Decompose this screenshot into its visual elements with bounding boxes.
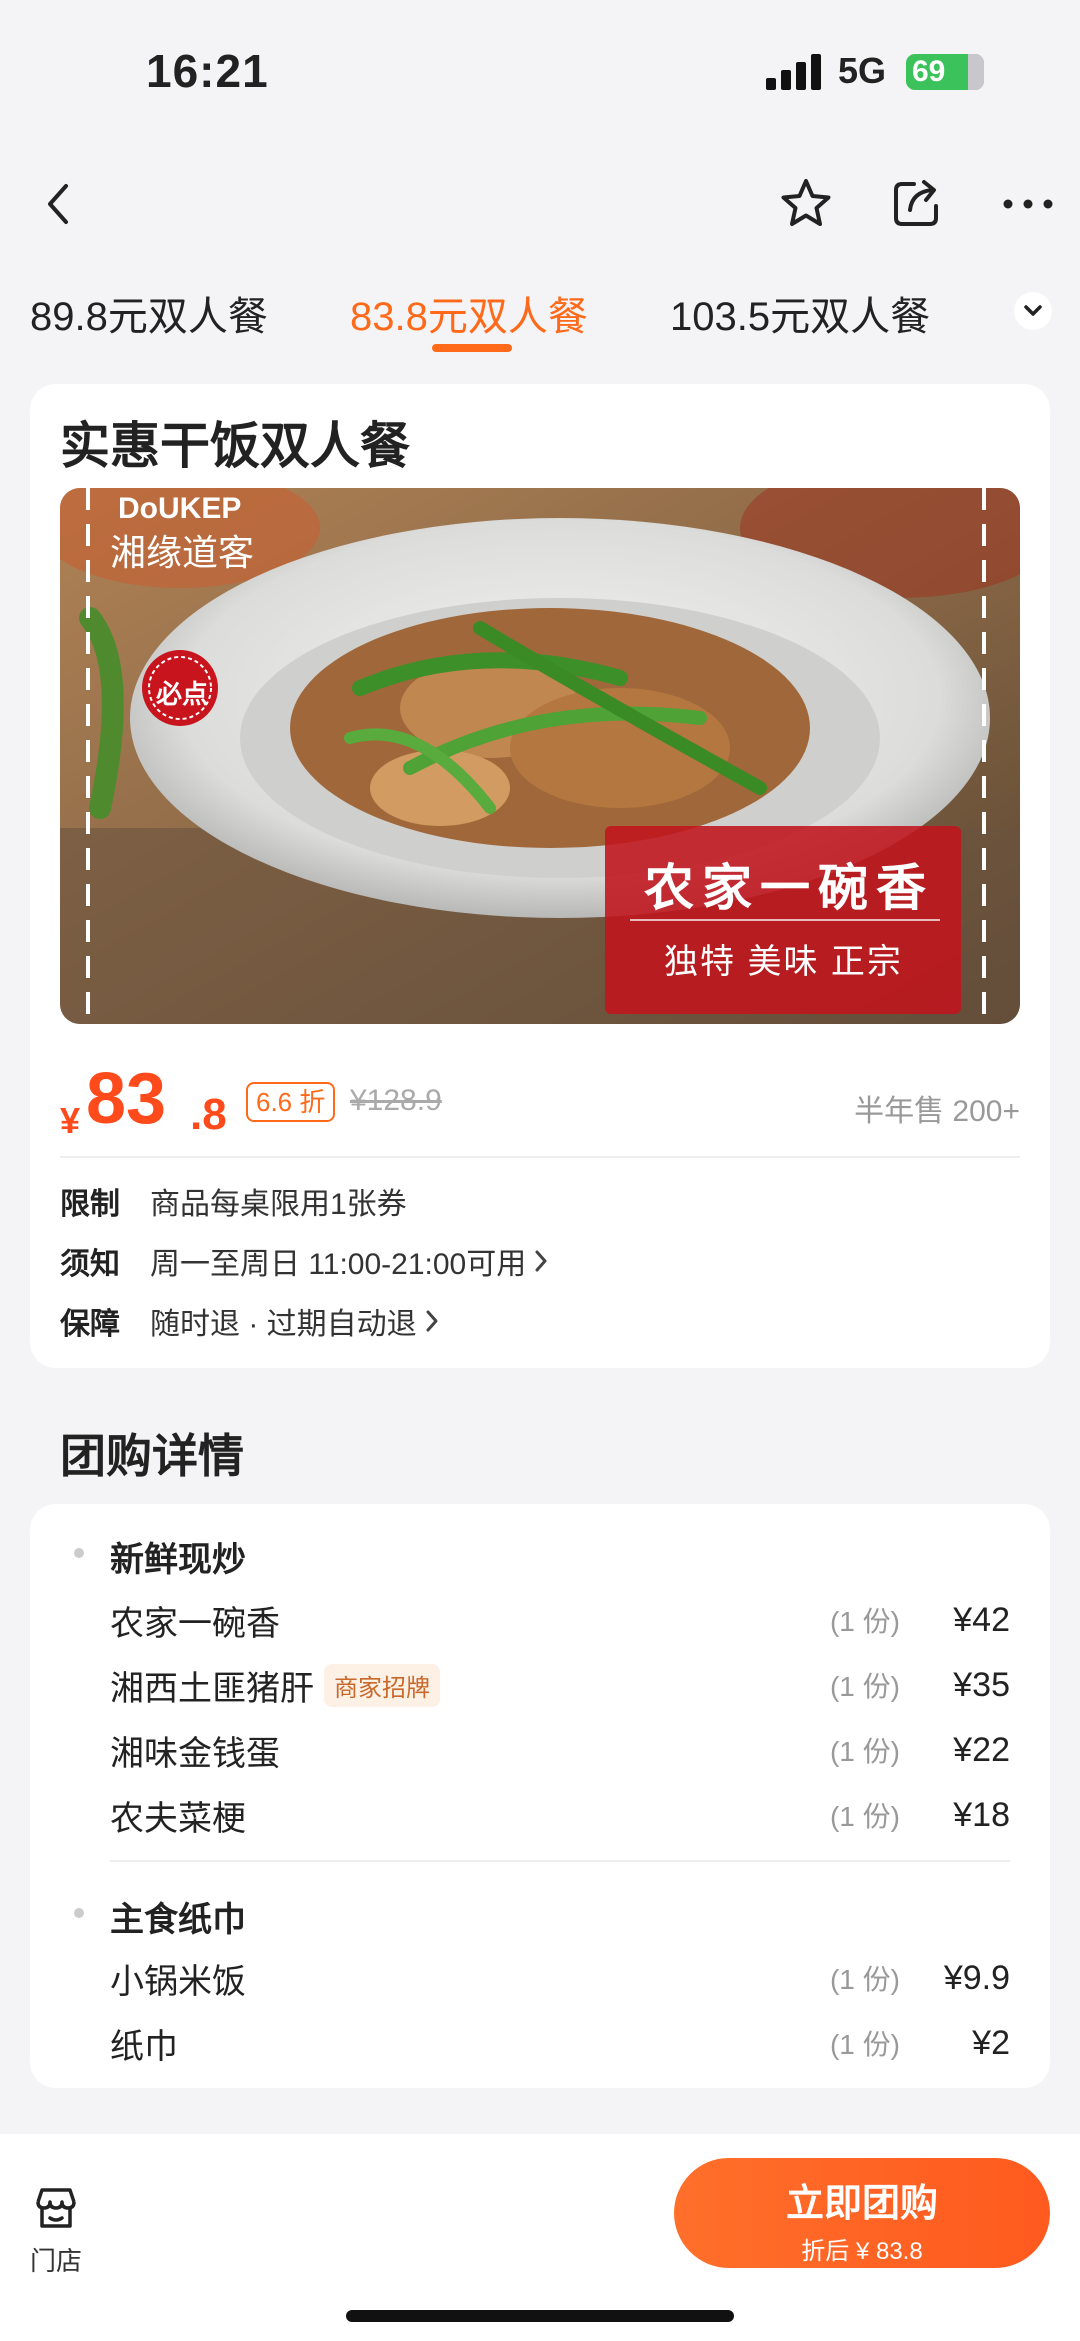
bullet-icon	[74, 1548, 84, 1558]
back-button[interactable]	[28, 172, 92, 236]
group-name: 新鲜现炒	[110, 1541, 246, 1579]
deal-price-decimal: .8	[190, 1090, 227, 1139]
store-button[interactable]: 门店	[26, 2184, 86, 2278]
deal-price-integer: 83	[86, 1059, 167, 1139]
item-qty: (1 份)	[829, 2029, 900, 2060]
item-qty: (1 份)	[829, 1671, 900, 1702]
item-name: 湘味金钱蛋	[110, 1734, 280, 1773]
sales-count: 半年售 200+	[854, 1095, 1020, 1128]
chevron-left-icon	[48, 184, 68, 224]
store-icon	[36, 2188, 76, 2228]
buy-now-button[interactable]: 立即团购 折后 ¥ 83.8	[674, 2158, 1050, 2268]
battery-icon: 69	[906, 54, 984, 90]
details-card: 新鲜现炒 农家一碗香 (1 份) ¥42 湘西土匪猪肝 商家招牌 (1 份) ¥…	[30, 1504, 1050, 2088]
photo-slogan: 独特 美味 正宗	[664, 943, 903, 981]
rule-notice[interactable]: 须知 周一至周日 11:00-21:00可用	[60, 1236, 1020, 1286]
list-item: 农夫菜梗 (1 份) ¥18	[110, 1787, 1010, 1843]
deal-card: 实惠干饭双人餐 DoUKEP 湘缘道客 必点 农家一碗香 独特 美味 正宗 ¥ …	[30, 384, 1050, 1368]
item-price: ¥9.9	[943, 1958, 1010, 1997]
item-qty: (1 份)	[829, 1801, 900, 1832]
item-price: ¥35	[953, 1665, 1010, 1704]
buy-now-price: 折后 ¥ 83.8	[801, 2238, 923, 2265]
chevron-right-icon	[426, 1310, 438, 1332]
item-price: ¥42	[953, 1600, 1010, 1639]
divider	[110, 1860, 1010, 1862]
rule-key: 须知	[60, 1248, 120, 1281]
rule-value: 周一至周日 11:00-21:00可用	[150, 1248, 527, 1281]
favorite-button[interactable]	[774, 172, 838, 236]
rule-guarantee[interactable]: 保障 随时退 · 过期自动退	[60, 1296, 1020, 1346]
store-label: 门店	[29, 2246, 82, 2276]
item-name: 农家一碗香	[110, 1604, 280, 1643]
tab-package-1[interactable]: 89.8元双人餐	[30, 284, 268, 342]
buy-now-label: 立即团购	[785, 2183, 938, 2225]
item-name: 农夫菜梗	[110, 1799, 246, 1838]
bottom-bar: 门店 立即团购 折后 ¥ 83.8	[0, 2134, 1080, 2341]
tab-active-indicator	[432, 344, 512, 352]
deal-photo[interactable]: DoUKEP 湘缘道客 必点 农家一碗香 独特 美味 正宗	[60, 488, 1020, 1024]
status-time: 16:21	[146, 45, 269, 97]
tabs-expand-button[interactable]	[1014, 292, 1052, 330]
group-name: 主食纸巾	[110, 1901, 246, 1939]
list-item: 湘味金钱蛋 (1 份) ¥22	[110, 1722, 1010, 1778]
rule-limit: 限制 商品每桌限用1张券	[60, 1176, 1020, 1226]
currency-symbol: ¥	[60, 1100, 81, 1141]
item-qty: (1 份)	[829, 1736, 900, 1767]
more-button[interactable]	[996, 172, 1060, 236]
signature-tag: 商家招牌	[324, 1663, 440, 1707]
item-name: 纸巾	[110, 2027, 178, 2066]
rule-key: 保障	[60, 1308, 120, 1341]
package-tabs: 89.8元双人餐 83.8元双人餐 103.5元双人餐	[0, 262, 1080, 362]
item-qty: (1 份)	[829, 1964, 900, 1995]
original-price: ¥128.9	[350, 1084, 442, 1117]
share-icon	[894, 180, 938, 226]
list-item: 小锅米饭 (1 份) ¥9.9	[110, 1950, 1010, 2006]
list-item: 农家一碗香 (1 份) ¥42	[110, 1592, 1010, 1648]
list-item: 纸巾 (1 份) ¥2	[110, 2015, 1010, 2071]
signal-icon	[766, 54, 821, 90]
item-qty: (1 份)	[829, 1606, 900, 1637]
star-icon	[781, 179, 831, 226]
must-order-badge: 必点	[156, 679, 209, 709]
chevron-right-icon	[535, 1250, 547, 1272]
item-price: ¥22	[953, 1730, 1010, 1769]
network-type: 5G	[838, 50, 887, 91]
photo-dish-name: 农家一碗香	[644, 858, 934, 917]
share-button[interactable]	[884, 172, 948, 236]
list-item: 湘西土匪猪肝 商家招牌 (1 份) ¥35	[110, 1657, 1010, 1713]
tab-package-2[interactable]: 83.8元双人餐	[350, 284, 588, 342]
price-row: ¥ 83 .8 6.6 折 ¥128.9 半年售 200+	[60, 1059, 1020, 1141]
tab-package-3[interactable]: 103.5元双人餐	[670, 284, 930, 342]
divider	[60, 1156, 1020, 1158]
item-price: ¥18	[953, 1795, 1010, 1834]
bullet-icon	[74, 1908, 84, 1918]
rule-value: 商品每桌限用1张券	[150, 1188, 407, 1221]
chevron-down-icon	[1024, 305, 1042, 316]
item-name: 小锅米饭	[110, 1962, 246, 2001]
rule-value: 随时退 · 过期自动退	[150, 1308, 417, 1341]
discount-badge: 6.6 折	[246, 1082, 336, 1122]
deal-title: 实惠干饭双人餐	[60, 418, 410, 474]
item-price: ¥2	[972, 2023, 1010, 2062]
home-indicator	[346, 2310, 734, 2322]
brand-logo: 湘缘道客	[110, 533, 255, 574]
rule-key: 限制	[60, 1188, 120, 1221]
more-icon	[1003, 199, 1053, 209]
brand-logo-en: DoUKEP	[118, 492, 242, 525]
item-name: 湘西土匪猪肝	[110, 1669, 314, 1708]
details-heading: 团购详情	[60, 1430, 244, 1482]
battery-level: 69	[912, 55, 946, 88]
status-bar: 16:21 5G 69	[0, 0, 1080, 140]
